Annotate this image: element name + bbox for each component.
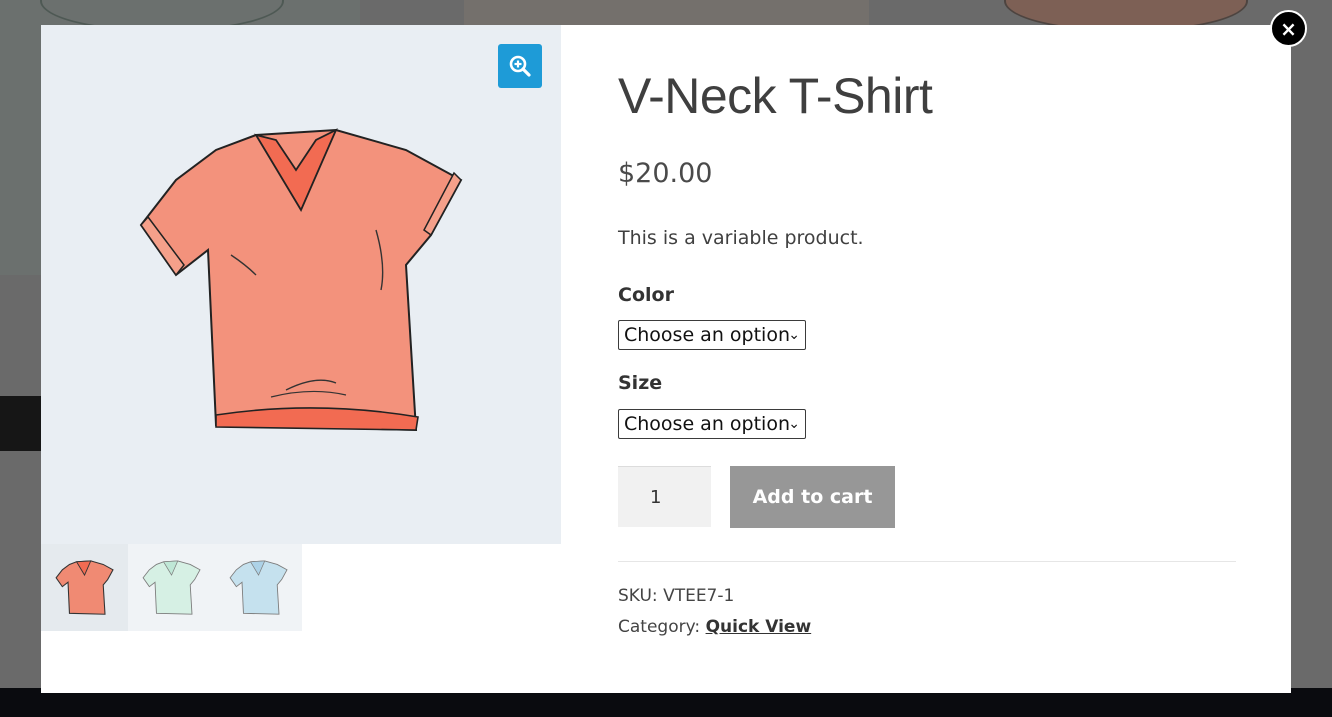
color-select[interactable]: Choose an option ⌄ [618, 320, 806, 350]
thumbnail-mint-shirt[interactable] [128, 544, 215, 631]
size-label: Size [618, 372, 663, 394]
category-label: Category: [618, 617, 701, 637]
zoom-button[interactable] [498, 44, 542, 88]
background-quick-view-bar [0, 396, 41, 451]
sku-line: SKU: VTEE7-1 [618, 586, 734, 606]
zoom-in-icon [509, 55, 531, 77]
product-title: V-Neck T-Shirt [618, 68, 933, 124]
size-select-value: Choose an option [624, 413, 790, 435]
product-gallery [41, 25, 561, 631]
thumbnail-blue-shirt[interactable] [215, 544, 302, 631]
color-select-value: Choose an option [624, 324, 790, 346]
quick-view-modal: V-Neck T-Shirt $20.00 This is a variable… [41, 25, 1291, 693]
shirt-thumbnail-image [229, 559, 288, 615]
thumbnail-coral-shirt[interactable] [41, 544, 128, 631]
shirt-thumbnail-image [54, 559, 114, 615]
close-icon: × [1280, 16, 1297, 41]
category-link[interactable]: Quick View [706, 617, 812, 637]
category-line: Category: Quick View [618, 617, 811, 637]
sku-value: VTEE7-1 [663, 586, 735, 606]
quantity-input[interactable]: 1 [618, 466, 711, 527]
chevron-down-icon: ⌄ [788, 327, 800, 343]
product-description: This is a variable product. [618, 227, 864, 249]
close-modal-button[interactable]: × [1270, 10, 1307, 47]
sku-label: SKU: [618, 586, 658, 606]
size-select[interactable]: Choose an option ⌄ [618, 409, 806, 439]
divider [618, 561, 1236, 562]
add-to-cart-button[interactable]: Add to cart [730, 466, 895, 528]
shirt-thumbnail-image [142, 559, 201, 615]
gallery-thumbnails [41, 544, 302, 631]
product-price: $20.00 [618, 158, 713, 189]
product-main-image[interactable] [136, 125, 471, 440]
color-label: Color [618, 284, 674, 306]
chevron-down-icon: ⌄ [788, 416, 800, 432]
